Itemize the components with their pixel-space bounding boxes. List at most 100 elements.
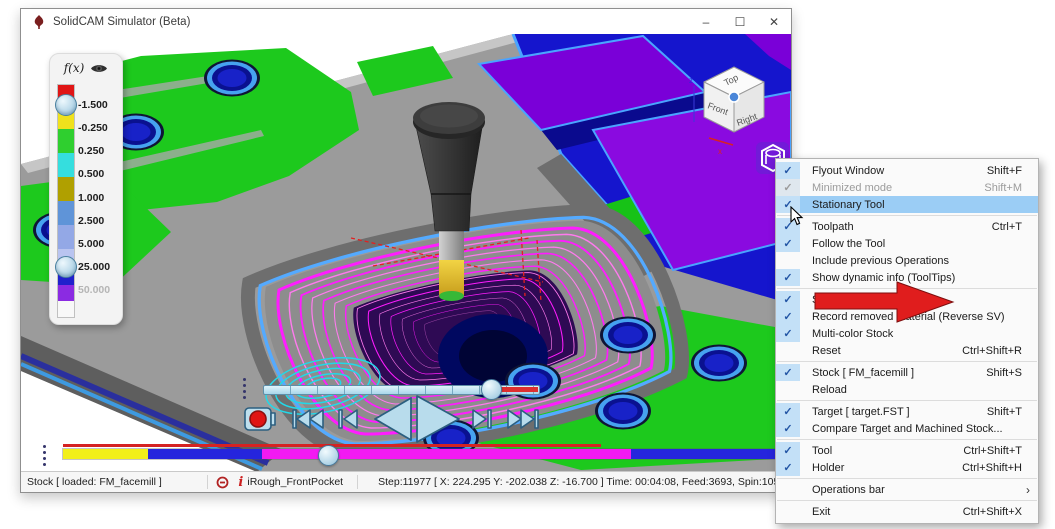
menu-item-shortcut: Ctrl+Shift+R bbox=[962, 344, 1022, 357]
legend-color-segment bbox=[58, 285, 74, 301]
fx-function-button[interactable]: f(x) bbox=[64, 61, 85, 75]
menu-item-follow-the-tool[interactable]: ✓ Follow the Tool bbox=[776, 235, 1038, 252]
menu-item-stock-fm-facemill[interactable]: ✓ Stock [ FM_facemill ] Shift+S bbox=[776, 364, 1038, 381]
menu-separator bbox=[777, 361, 1037, 362]
menu-item-flyout-window[interactable]: ✓ Flyout Window Shift+F bbox=[776, 162, 1038, 179]
menu-separator bbox=[777, 500, 1037, 501]
menu-item-operations-bar[interactable]: Operations bar › bbox=[776, 481, 1038, 498]
menu-item-toolpath[interactable]: ✓ Toolpath Ctrl+T bbox=[776, 218, 1038, 235]
menu-item-shortcut: Ctrl+Shift+T bbox=[963, 444, 1022, 457]
menu-item-label: Toolpath bbox=[812, 220, 854, 233]
minimize-button[interactable]: – bbox=[689, 10, 723, 34]
checkmark-icon: ✓ bbox=[776, 442, 800, 459]
play-forward-button[interactable] bbox=[415, 394, 461, 444]
scale-upper-knob[interactable] bbox=[55, 94, 77, 116]
svg-text:z: z bbox=[689, 76, 693, 85]
legend-color-segment bbox=[58, 201, 74, 225]
color-scale-labels: -1.500 -0.250 0.250 0.500 1.000 2.500 5.000 25.… bbox=[78, 100, 120, 296]
menu-item-label: Stationary Tool bbox=[812, 198, 885, 211]
submenu-chevron-icon: › bbox=[1026, 482, 1030, 497]
menu-item-holder[interactable]: ✓ Holder Ctrl+Shift+H bbox=[776, 459, 1038, 476]
job-progress-knob[interactable] bbox=[318, 445, 339, 466]
menu-item-compare-target-and-machined-stock[interactable]: ✓ Compare Target and Machined Stock... bbox=[776, 420, 1038, 437]
progress-grip-handle[interactable] bbox=[43, 445, 46, 466]
annotation-arrow bbox=[814, 281, 955, 323]
slider-grip-handle[interactable] bbox=[243, 378, 246, 399]
scale-lower-knob[interactable] bbox=[55, 256, 77, 278]
menu-item-label: Exit bbox=[812, 505, 831, 518]
legend-value-label: -1.500 bbox=[78, 99, 108, 111]
menu-item-shortcut: Shift+T bbox=[986, 405, 1022, 418]
checkmark-icon: ✓ bbox=[776, 269, 800, 286]
menu-item-label: Reload bbox=[812, 383, 847, 396]
eye-icon[interactable] bbox=[90, 63, 108, 74]
menu-item-reset[interactable]: Reset Ctrl+Shift+R bbox=[776, 342, 1038, 359]
checkmark-icon: ✓ bbox=[776, 459, 800, 476]
simulator-context-menu: ✓ Flyout Window Shift+F ✓ Minimized mode Shif… bbox=[775, 158, 1039, 524]
solidcam-logo-icon bbox=[34, 14, 44, 29]
checkmark-placeholder bbox=[776, 503, 800, 520]
menu-item-tool[interactable]: ✓ Tool Ctrl+Shift+T bbox=[776, 442, 1038, 459]
menu-separator bbox=[777, 439, 1037, 440]
step-forward-button[interactable] bbox=[469, 406, 497, 432]
close-button[interactable]: ✕ bbox=[757, 10, 791, 34]
checkmark-icon: ✓ bbox=[776, 179, 800, 196]
menu-item-label: Flyout Window bbox=[812, 164, 885, 177]
legend-value-label: 0.500 bbox=[78, 168, 105, 181]
legend-color-segment bbox=[58, 301, 74, 317]
skip-backward-button[interactable] bbox=[291, 406, 325, 432]
checkmark-icon: ✓ bbox=[776, 420, 800, 437]
checkmark-icon: ✓ bbox=[776, 308, 800, 325]
legend-value-label: 5.000 bbox=[78, 237, 105, 250]
menu-item-shortcut: Ctrl+T bbox=[991, 220, 1022, 233]
menu-item-label: Compare Target and Machined Stock... bbox=[812, 422, 1003, 435]
window-title: SolidCAM Simulator (Beta) bbox=[53, 15, 191, 28]
menu-item-label: Reset bbox=[812, 344, 841, 357]
play-backward-button[interactable] bbox=[373, 396, 413, 442]
status-bar: Stock [ loaded: FM_facemill ] i iRough_F… bbox=[21, 471, 791, 492]
menu-separator bbox=[777, 478, 1037, 479]
menu-item-label: Holder bbox=[812, 461, 845, 474]
menu-item-include-previous-operations[interactable]: Include previous Operations bbox=[776, 252, 1038, 269]
job-progress-bar[interactable] bbox=[63, 449, 776, 459]
mouse-cursor bbox=[790, 206, 804, 226]
svg-text:x: x bbox=[718, 147, 722, 156]
checkmark-placeholder bbox=[776, 342, 800, 359]
simulation-viewport[interactable]: z x Top Front Right f(x) -1.500 -0.250 0… bbox=[21, 34, 791, 472]
progress-segment bbox=[148, 449, 262, 459]
menu-item-shortcut: Ctrl+Shift+X bbox=[962, 505, 1022, 518]
operation-slider-knob[interactable] bbox=[481, 379, 502, 400]
operation-name: iRough_FrontPocket bbox=[247, 476, 344, 488]
menu-item-stationary-tool[interactable]: ✓ Stationary Tool bbox=[776, 196, 1038, 213]
menu-item-label: Stock [ FM_facemill ] bbox=[812, 366, 915, 379]
menu-item-label: Tool bbox=[812, 444, 833, 457]
menu-item-multi-color-stock[interactable]: ✓ Multi-color Stock bbox=[776, 325, 1038, 342]
menu-item-target-target-fst[interactable]: ✓ Target [ target.FST ] Shift+T bbox=[776, 403, 1038, 420]
record-button[interactable] bbox=[243, 402, 277, 436]
deviation-scale-panel: f(x) -1.500 -0.250 0.250 0.500 1.000 2.500 5.0… bbox=[49, 53, 123, 325]
menu-item-label: Target [ target.FST ] bbox=[812, 405, 910, 418]
menu-item-shortcut: Ctrl+Shift+H bbox=[962, 461, 1022, 474]
checkmark-placeholder bbox=[776, 252, 800, 269]
step-backward-button[interactable] bbox=[335, 406, 361, 432]
legend-color-segment bbox=[58, 129, 74, 153]
stop-state-icon bbox=[214, 474, 230, 490]
skip-forward-button[interactable] bbox=[505, 406, 541, 432]
step-info: Step:11977 [ X: 224.295 Y: -202.038 Z: -… bbox=[378, 476, 792, 488]
menu-item-shortcut: Shift+F bbox=[986, 164, 1022, 177]
checkmark-icon: ✓ bbox=[776, 235, 800, 252]
menu-item-reload[interactable]: Reload bbox=[776, 381, 1038, 398]
checkmark-icon: ✓ bbox=[776, 364, 800, 381]
legend-color-segment bbox=[58, 153, 74, 177]
checkmark-icon: ✓ bbox=[776, 291, 800, 308]
menu-item-exit[interactable]: Exit Ctrl+Shift+X bbox=[776, 503, 1038, 520]
legend-value-label: 2.500 bbox=[78, 214, 105, 227]
menu-item-shortcut: Shift+M bbox=[984, 181, 1022, 194]
checkmark-placeholder bbox=[776, 381, 800, 398]
checkmark-placeholder bbox=[776, 481, 800, 498]
maximize-button[interactable]: ☐ bbox=[723, 10, 757, 34]
stock-status: Stock [ loaded: FM_facemill ] bbox=[27, 476, 162, 488]
menu-item-shortcut: Shift+S bbox=[986, 366, 1022, 379]
progress-segment bbox=[631, 449, 776, 459]
simulator-window: SolidCAM Simulator (Beta) – ☐ ✕ z x Top … bbox=[20, 8, 792, 493]
